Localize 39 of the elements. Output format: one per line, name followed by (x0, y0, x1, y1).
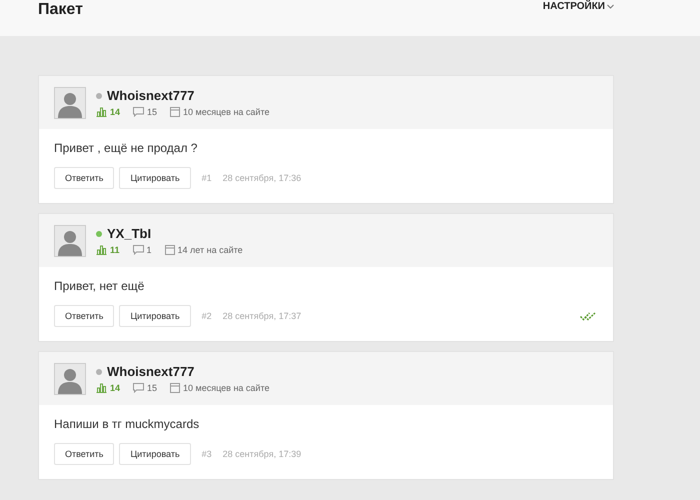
message-count: 15 (147, 383, 158, 393)
message-text: Привет , ещё не продал ? (54, 141, 198, 155)
message-count: 1 (146, 245, 152, 255)
member-since: 10 месяцев на сайте (183, 383, 270, 393)
comment-icon (133, 107, 144, 117)
member-since: 10 месяцев на сайте (183, 107, 270, 117)
caret-icon (607, 4, 614, 9)
quote-button[interactable]: Цитировать (119, 443, 191, 465)
calendar-icon (170, 107, 180, 117)
message-text: Напиши в тг muckmycards (54, 417, 200, 431)
page-title: Пакет (38, 1, 83, 19)
post-date: 28 сентября, 17:39 (222, 449, 302, 459)
comment-icon (132, 245, 144, 255)
quote-button[interactable]: Цитировать (119, 167, 191, 189)
reply-button[interactable]: Ответить (54, 443, 114, 465)
avatar-icon (54, 362, 86, 394)
rating-count: 14 (110, 107, 120, 117)
rating-count: 14 (110, 383, 120, 393)
rating-icon (96, 107, 107, 117)
message-count: 15 (147, 107, 158, 117)
calendar-icon (164, 245, 175, 255)
post-date: 28 сентября, 17:37 (222, 311, 302, 321)
reply-button[interactable]: Ответить (54, 167, 114, 189)
quote-button[interactable]: Цитировать (119, 305, 191, 327)
avatar-icon (54, 224, 86, 256)
message-text: Привет, нет ещё (54, 279, 146, 293)
author-name[interactable]: Whoisnext777 (107, 364, 194, 379)
rating-icon (96, 245, 107, 255)
author-name[interactable]: YX_TbI (107, 226, 152, 241)
rating-icon (96, 383, 107, 393)
member-since: 14 лет на сайте (178, 245, 243, 255)
settings-menu[interactable]: НАСТРОЙКИ (542, 1, 614, 12)
avatar-icon (54, 86, 86, 118)
calendar-icon (170, 383, 180, 393)
rating-count: 11 (110, 245, 120, 255)
author-name[interactable]: Whoisnext777 (107, 88, 194, 103)
post-date: 28 сентября, 17:36 (222, 173, 302, 183)
reply-button[interactable]: Ответить (54, 305, 114, 327)
comment-icon (133, 383, 144, 393)
